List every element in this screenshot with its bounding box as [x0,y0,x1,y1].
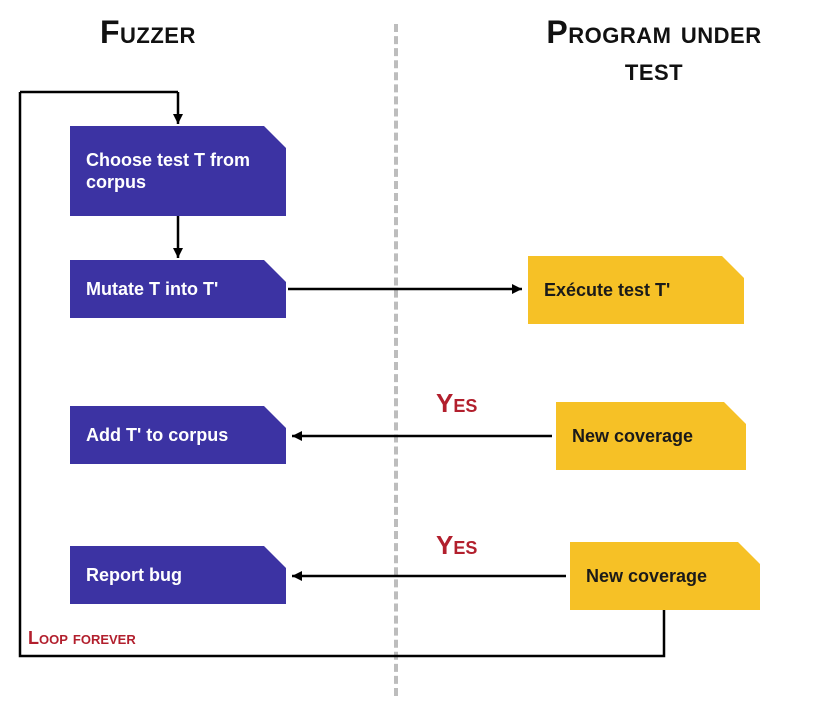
box-label: Exécute test T' [544,279,670,302]
box-label: Report bug [86,564,182,587]
box-label: New coverage [572,425,693,448]
diagram-canvas: Fuzzer Program under test Choose test T … [0,0,824,720]
box-label: Choose test T from corpus [86,149,272,194]
box-label: New coverage [586,565,707,588]
box-label: Add T' to corpus [86,424,228,447]
arrows-layer [0,0,824,720]
box-label: Mutate T into T' [86,278,218,301]
